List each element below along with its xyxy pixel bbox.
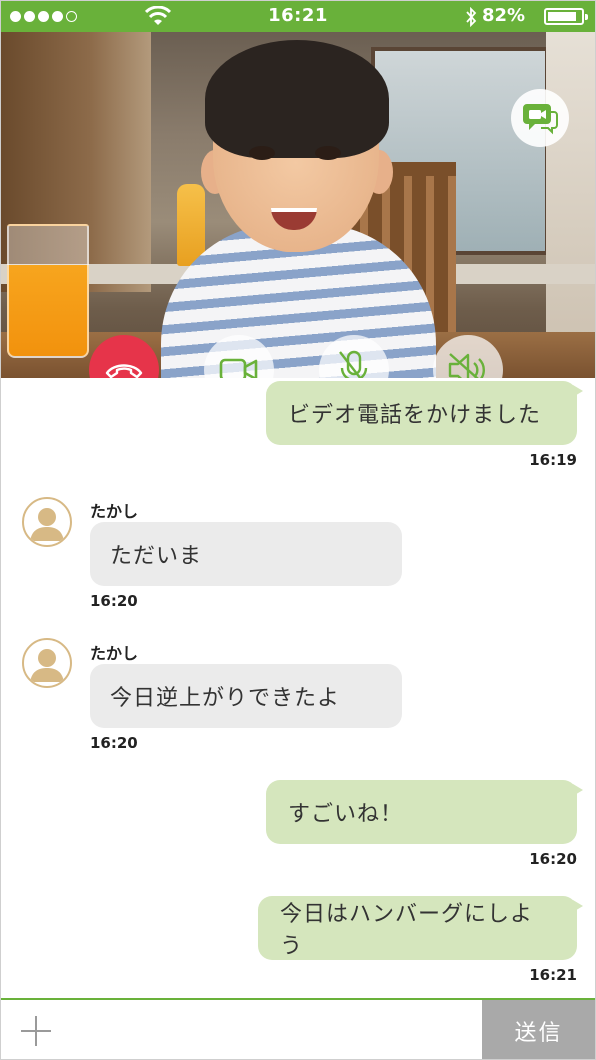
status-bar: 16:21 82%: [1, 1, 595, 32]
app-frame: 16:21 82% ビデオ電話をかけました 16:19 たかし ただいま 16:…: [0, 0, 596, 1060]
battery-percent: 82%: [482, 5, 526, 26]
message-time: 16:20: [90, 734, 138, 752]
message-time: 16:21: [529, 966, 577, 984]
sender-name: たかし: [90, 502, 139, 521]
video-feed: [1, 32, 595, 378]
user-avatar-icon: [30, 508, 64, 541]
message-text: すごいね！: [288, 802, 404, 827]
message-bubble-outgoing: ビデオ電話をかけました: [266, 381, 583, 445]
video-chat-icon: [523, 104, 558, 135]
speaker-off-icon: [448, 353, 485, 378]
avatar[interactable]: [22, 497, 72, 547]
message-input-bar: 送信: [1, 998, 595, 1059]
message-time: 16:19: [529, 451, 577, 469]
juice-glass: [7, 224, 89, 358]
message-text: 今日はハンバーグにしよう: [280, 902, 534, 959]
send-button[interactable]: 送信: [482, 1000, 595, 1059]
message-text: ビデオ電話をかけました: [288, 403, 542, 428]
video-chat-button[interactable]: [511, 89, 569, 147]
message-text: 今日逆上がりできたよ: [110, 686, 341, 711]
message-bubble-incoming: ただいま: [90, 522, 402, 586]
video-camera-icon: [219, 358, 258, 378]
avatar[interactable]: [22, 638, 72, 688]
chat-thread: ビデオ電話をかけました 16:19 たかし ただいま 16:20 たかし 今日逆…: [1, 378, 595, 998]
message-bubble-outgoing: すごいね！: [266, 780, 583, 844]
mic-off-icon: [339, 350, 368, 378]
message-time: 16:20: [90, 592, 138, 610]
user-avatar-icon: [30, 649, 64, 682]
message-bubble-outgoing: 今日はハンバーグにしよう: [258, 896, 583, 960]
message-bubble-incoming: 今日逆上がりできたよ: [90, 664, 402, 728]
message-text: ただいま: [110, 544, 203, 569]
battery-icon: [544, 8, 588, 25]
bluetooth-icon: [466, 7, 477, 27]
message-time: 16:20: [529, 850, 577, 868]
sender-name: たかし: [90, 644, 139, 663]
plus-icon[interactable]: [19, 1014, 53, 1048]
phone-hangup-icon: [105, 364, 143, 378]
